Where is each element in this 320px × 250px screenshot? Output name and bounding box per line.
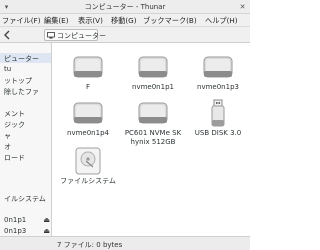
sidebar-item-nvme0n1p1[interactable]: 0n1p1 ⏏ [0, 215, 51, 225]
volume-name: PC601 NVMe SK hynix 512GB [124, 129, 182, 146]
sidebar-item-filesystem[interactable]: イルシステム [0, 193, 51, 203]
status-text: 7 ファイル: 0 bytes [57, 241, 123, 249]
sidebar-item-videos[interactable]: オ [0, 141, 51, 151]
menu-edit[interactable]: 編集(E) [44, 16, 69, 26]
menu-go[interactable]: 移動(G) [111, 16, 137, 26]
toolbar: コンピューター [0, 27, 250, 43]
menu-bookmarks[interactable]: ブックマーク(B) [143, 16, 197, 26]
drive-icon [73, 56, 103, 78]
sidebar-item-downloads[interactable]: ロード [0, 152, 51, 162]
sidebar-item-pictures[interactable]: ャ [0, 130, 51, 140]
sidebar-item-blank-2 [0, 163, 51, 173]
volume-name: USB DISK 3.0 [194, 129, 242, 137]
volume-name: F [85, 83, 91, 91]
usb-drive-icon [211, 99, 225, 127]
harddisk-icon [75, 147, 101, 175]
menu-help[interactable]: ヘルプ(H) [205, 16, 238, 26]
menubar: ファイル(F) 編集(E) 表示(V) 移動(G) ブックマーク(B) ヘルプ(… [0, 14, 250, 27]
back-arrow-icon[interactable] [2, 30, 12, 40]
sidebar-item-trash[interactable]: 除したファ [0, 86, 51, 96]
drive-icon [138, 102, 168, 124]
location-button[interactable]: コンピューター [44, 29, 106, 41]
sidebar: ピューター tu ットップ 除したファ メント ジック ャ オ ロード イルシス… [0, 43, 52, 236]
drive-icon [203, 56, 233, 78]
drive-icon [73, 102, 103, 124]
menu-view[interactable]: 表示(V) [78, 16, 103, 26]
volume-name: nvme0n1p4 [67, 129, 109, 137]
window-titlebar: ▾ コンピューター - Thunar ✕ [0, 0, 250, 14]
computer-icon [47, 32, 55, 39]
sidebar-item-computer[interactable]: ピューター [0, 53, 51, 63]
window-title: コンピューター - Thunar [84, 3, 166, 11]
file-icon-view: F nvme0n1p1 nvme0n1p3 nvme0n1p4 PC601 NV… [53, 43, 250, 236]
sidebar-item-music[interactable]: ジック [0, 119, 51, 129]
menu-file[interactable]: ファイル(F) [2, 16, 41, 26]
statusbar: 7 ファイル: 0 bytes [0, 236, 250, 250]
sidebar-item-nvme0n1p3[interactable]: 0n1p3 ⏏ [0, 226, 51, 236]
drive-icon [138, 56, 168, 78]
location-label: コンピューター [57, 32, 106, 40]
volume-name: nvme0n1p3 [197, 83, 239, 91]
sidebar-item-home[interactable]: tu [0, 64, 51, 74]
sidebar-item-desktop[interactable]: ットップ [0, 75, 51, 85]
eject-icon[interactable]: ⏏ [43, 227, 50, 235]
sidebar-item-documents[interactable]: メント [0, 108, 51, 118]
volume-name: nvme0n1p1 [132, 83, 174, 91]
sidebar-item-blank [0, 97, 51, 107]
eject-icon[interactable]: ⏏ [43, 216, 50, 224]
close-icon[interactable]: ✕ [238, 3, 247, 11]
volume-name: ファイルシステム [60, 177, 116, 185]
